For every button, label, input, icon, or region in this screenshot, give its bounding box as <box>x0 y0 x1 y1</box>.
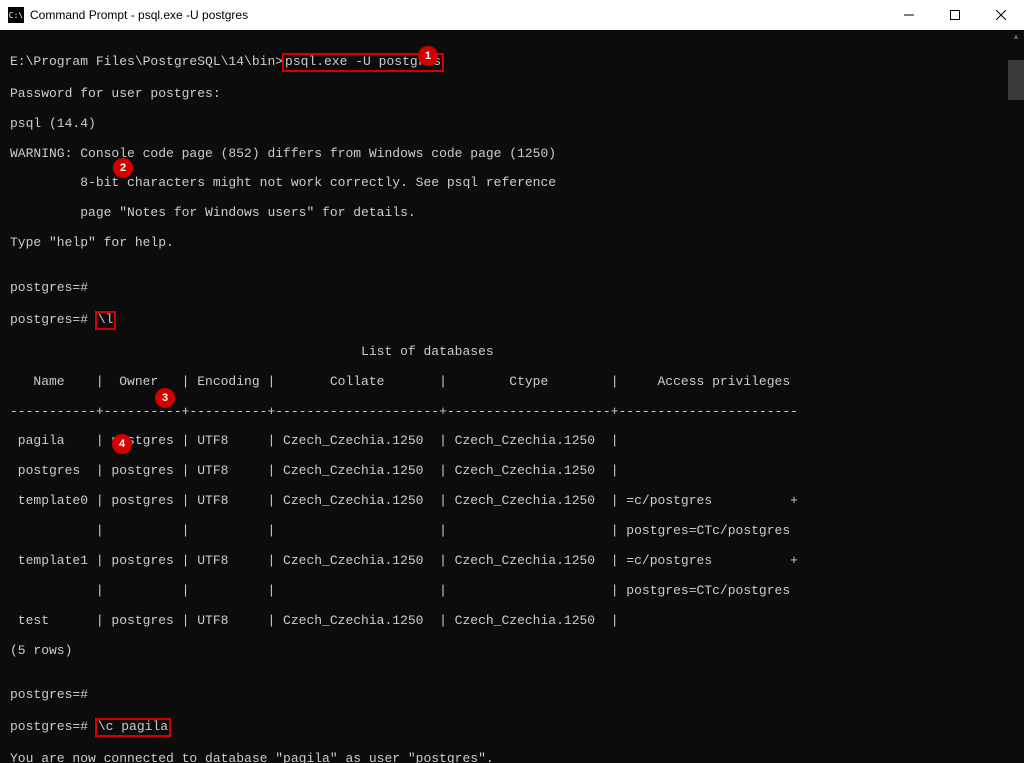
minimize-button[interactable] <box>886 0 932 30</box>
db-cols: Name | Owner | Encoding | Collate | Ctyp… <box>10 375 1014 390</box>
db-header: List of databases <box>10 345 1014 360</box>
scroll-up-icon[interactable]: ▲ <box>1008 30 1024 46</box>
prompt: postgres=# <box>10 312 96 327</box>
line-pgprompt2: postgres=# <box>10 688 1014 703</box>
line-pw: Password for user postgres: <box>10 87 1014 102</box>
line-connected: You are now connected to database "pagil… <box>10 752 1014 763</box>
annotation-4: 4 <box>112 434 132 454</box>
maximize-icon <box>950 10 960 20</box>
command-prompt-window: C:\ Command Prompt - psql.exe -U postgre… <box>0 0 1024 763</box>
terminal-area[interactable]: E:\Program Files\PostgreSQL\14\bin>psql.… <box>0 30 1024 763</box>
titlebar[interactable]: C:\ Command Prompt - psql.exe -U postgre… <box>0 0 1024 30</box>
line-cmd1: E:\Program Files\PostgreSQL\14\bin>psql.… <box>10 53 1014 72</box>
db-row: | | | | | postgres=CTc/postgres <box>10 524 1014 539</box>
line-help: Type "help" for help. <box>10 236 1014 251</box>
db-row: template0 | postgres | UTF8 | Czech_Czec… <box>10 494 1014 509</box>
highlight-box-3: \c pagila <box>95 718 171 737</box>
cmd-icon: C:\ <box>8 7 24 23</box>
close-button[interactable] <box>978 0 1024 30</box>
highlight-box-2: \l <box>95 311 117 330</box>
annotation-1: 1 <box>418 46 438 66</box>
db-row: template1 | postgres | UTF8 | Czech_Czec… <box>10 554 1014 569</box>
annotation-2: 2 <box>113 158 133 178</box>
line-warn1: WARNING: Console code page (852) differs… <box>10 147 1014 162</box>
annotation-3: 3 <box>155 388 175 408</box>
db-row: test | postgres | UTF8 | Czech_Czechia.1… <box>10 614 1014 629</box>
line-warn2: 8-bit characters might not work correctl… <box>10 176 1014 191</box>
prompt-path: E:\Program Files\PostgreSQL\14\bin> <box>10 54 283 69</box>
db-rows: (5 rows) <box>10 644 1014 659</box>
line-version: psql (14.4) <box>10 117 1014 132</box>
db-row: pagila | postgres | UTF8 | Czech_Czechia… <box>10 434 1014 449</box>
scrollbar[interactable]: ▲ <box>1008 30 1024 763</box>
minimize-icon <box>904 10 914 20</box>
window-controls <box>886 0 1024 30</box>
line-warn3: page "Notes for Windows users" for detai… <box>10 206 1014 221</box>
maximize-button[interactable] <box>932 0 978 30</box>
prompt: postgres=# <box>10 719 96 734</box>
line-cmd-c: postgres=# \c pagila <box>10 718 1014 737</box>
scrollbar-thumb[interactable] <box>1008 60 1024 100</box>
line-cmd-l: postgres=# \l <box>10 311 1014 330</box>
db-row: | | | | | postgres=CTc/postgres <box>10 584 1014 599</box>
window-title: Command Prompt - psql.exe -U postgres <box>30 8 886 22</box>
close-icon <box>996 10 1006 20</box>
db-row: postgres | postgres | UTF8 | Czech_Czech… <box>10 464 1014 479</box>
line-pgprompt1: postgres=# <box>10 281 1014 296</box>
